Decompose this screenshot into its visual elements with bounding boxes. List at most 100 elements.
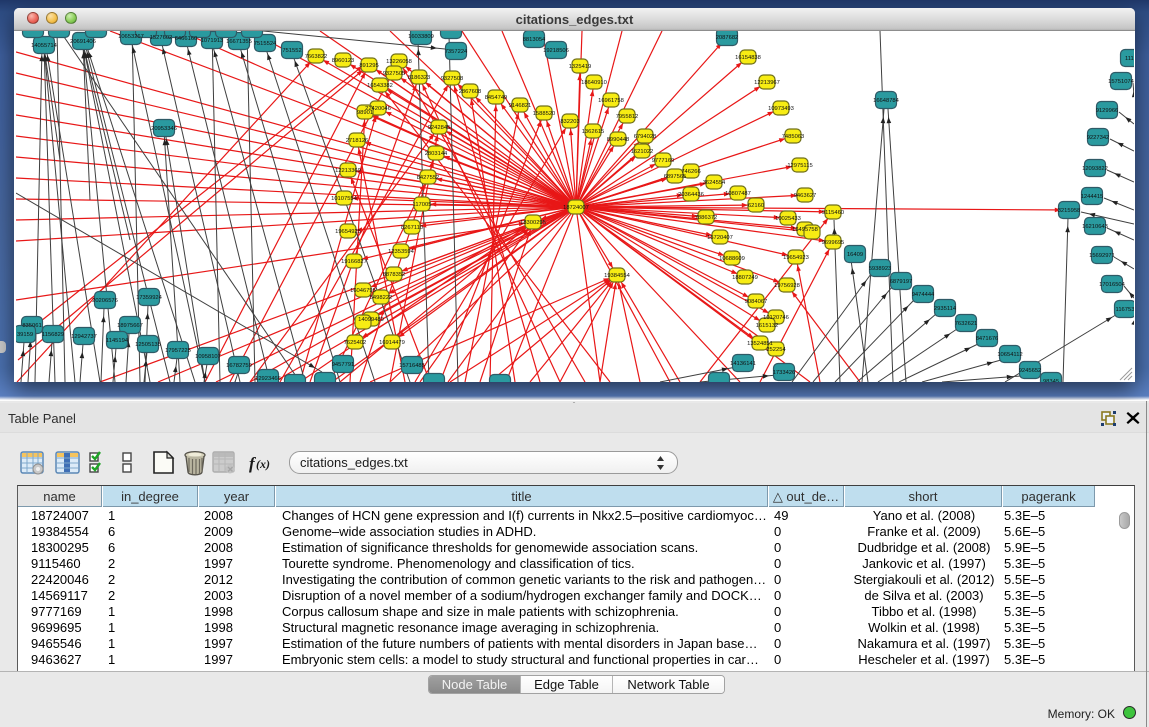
svg-text:8813054: 8813054 <box>523 37 546 43</box>
svg-text:9084067: 9084067 <box>745 299 768 305</box>
svg-text:6466160: 6466160 <box>175 36 198 42</box>
svg-text:12942737: 12942737 <box>71 334 97 340</box>
svg-text:16671355: 16671355 <box>226 39 252 45</box>
svg-text:8878352: 8878352 <box>383 272 406 278</box>
svg-text:10807487: 10807487 <box>725 191 751 197</box>
svg-text:1156829: 1156829 <box>42 332 64 338</box>
svg-text:8267110: 8267110 <box>401 225 423 231</box>
svg-text:16033809: 16033809 <box>408 34 434 40</box>
svg-text:9474444: 9474444 <box>912 292 935 298</box>
svg-text:19654923: 19654923 <box>783 255 809 261</box>
svg-text:9242845: 9242845 <box>428 125 451 131</box>
svg-text:2718126: 2718126 <box>346 138 369 144</box>
svg-text:1145194: 1145194 <box>106 338 129 344</box>
svg-text:8454749: 8454749 <box>485 95 508 101</box>
svg-text:9146821: 9146821 <box>509 103 532 109</box>
svg-text:746266: 746266 <box>681 169 700 175</box>
svg-text:62160: 62160 <box>748 203 764 209</box>
svg-text:5498222: 5498222 <box>370 295 393 301</box>
svg-text:7955812: 7955812 <box>616 114 639 120</box>
svg-text:2935114: 2935114 <box>934 306 957 312</box>
svg-text:9227342: 9227342 <box>1087 135 1110 141</box>
svg-text:20953346: 20953346 <box>151 126 177 132</box>
svg-text:16154838: 16154838 <box>735 55 761 61</box>
svg-text:8427552: 8427552 <box>417 175 440 181</box>
svg-text:9245652: 9245652 <box>1019 368 1042 374</box>
svg-text:9327505: 9327505 <box>383 71 406 77</box>
svg-text:12923466: 12923466 <box>255 376 281 382</box>
svg-text:19654925: 19654925 <box>335 229 361 235</box>
svg-text:12975115: 12975115 <box>787 163 812 169</box>
svg-text:16210643: 16210643 <box>1082 224 1108 230</box>
svg-text:3624554: 3624554 <box>703 180 726 186</box>
svg-text:12505135: 12505135 <box>135 342 161 348</box>
svg-text:10958107: 10958107 <box>195 354 221 360</box>
svg-text:1325419: 1325419 <box>569 64 592 70</box>
svg-text:16961758: 16961758 <box>598 98 624 104</box>
svg-text:16543382: 16543382 <box>367 83 393 89</box>
svg-text:2087682: 2087682 <box>716 35 739 41</box>
svg-text:20206576: 20206576 <box>92 298 118 304</box>
svg-text:12213369: 12213369 <box>335 168 361 174</box>
svg-text:7485063: 7485063 <box>782 134 805 140</box>
svg-text:13226058: 13226058 <box>386 59 412 65</box>
svg-text:6879197: 6879197 <box>890 279 913 285</box>
svg-text:9457791: 9457791 <box>332 362 355 368</box>
svg-text:9327508: 9327508 <box>441 76 464 82</box>
svg-text:16495758: 16495758 <box>792 227 818 233</box>
svg-text:15720407: 15720407 <box>707 235 733 241</box>
svg-text:16648784: 16648784 <box>873 98 900 104</box>
svg-text:9115460: 9115460 <box>822 210 844 216</box>
svg-text:19384554: 19384554 <box>604 273 631 279</box>
svg-text:3215958: 3215958 <box>1058 208 1081 214</box>
svg-text:751552: 751552 <box>282 48 301 54</box>
svg-text:18975667: 18975667 <box>117 323 143 329</box>
svg-text:2803144: 2803144 <box>425 151 448 157</box>
svg-text:117005: 117005 <box>413 202 432 208</box>
svg-text:18640910: 18640910 <box>581 80 607 86</box>
svg-text:1621022: 1621022 <box>631 149 654 155</box>
svg-text:1527602: 1527602 <box>150 35 173 41</box>
svg-text:7357224: 7357224 <box>445 49 468 55</box>
svg-text:10107554: 10107554 <box>331 196 358 202</box>
svg-text:8186323: 8186323 <box>408 75 431 81</box>
svg-text:5938923: 5938923 <box>869 266 892 272</box>
svg-text:9129966: 9129966 <box>1096 108 1119 114</box>
svg-text:16782759: 16782759 <box>226 363 252 369</box>
svg-text:20364436: 20364436 <box>678 192 704 198</box>
svg-text:19218506: 19218506 <box>543 48 569 54</box>
svg-text:14099489: 14099489 <box>358 317 384 323</box>
svg-text:19756928: 19756928 <box>774 283 800 289</box>
svg-text:10120746: 10120746 <box>763 315 789 321</box>
svg-text:39159: 39159 <box>17 332 33 338</box>
svg-text:19166827: 19166827 <box>341 259 367 265</box>
svg-text:12213967: 12213967 <box>754 80 780 86</box>
svg-text:8960123: 8960123 <box>332 58 355 64</box>
svg-text:10688609: 10688609 <box>719 256 745 262</box>
svg-text:20691406: 20691406 <box>70 39 96 45</box>
svg-text:16046795: 16046795 <box>350 288 376 294</box>
svg-text:16914479: 16914479 <box>379 340 405 346</box>
svg-text:14136141: 14136141 <box>730 361 756 367</box>
svg-text:7515524: 7515524 <box>254 41 277 47</box>
svg-text:15716485: 15716485 <box>399 363 425 369</box>
svg-text:1071913: 1071913 <box>201 38 224 44</box>
svg-text:1362615: 1362615 <box>582 129 605 135</box>
svg-text:891295: 891295 <box>359 63 378 69</box>
svg-text:17359924: 17359924 <box>136 295 163 301</box>
svg-text:98345: 98345 <box>1043 379 1059 382</box>
svg-text:835061: 835061 <box>22 323 41 329</box>
svg-text:10973493: 10973493 <box>768 106 794 112</box>
svg-text:1112: 1112 <box>1125 56 1134 62</box>
svg-text:832203: 832203 <box>560 119 579 125</box>
svg-text:18724007: 18724007 <box>563 205 589 211</box>
svg-text:1615132: 1615132 <box>756 323 779 329</box>
svg-text:10653267: 10653267 <box>118 34 144 40</box>
svg-text:15751074: 15751074 <box>1108 79 1134 85</box>
svg-text:14055714: 14055714 <box>31 43 58 49</box>
svg-text:12093822: 12093822 <box>1082 166 1108 172</box>
svg-text:7886372: 7886372 <box>695 215 718 221</box>
svg-text:15692971: 15692971 <box>1089 253 1115 259</box>
svg-text:9463627: 9463627 <box>794 193 817 199</box>
svg-text:98901: 98901 <box>357 110 373 116</box>
